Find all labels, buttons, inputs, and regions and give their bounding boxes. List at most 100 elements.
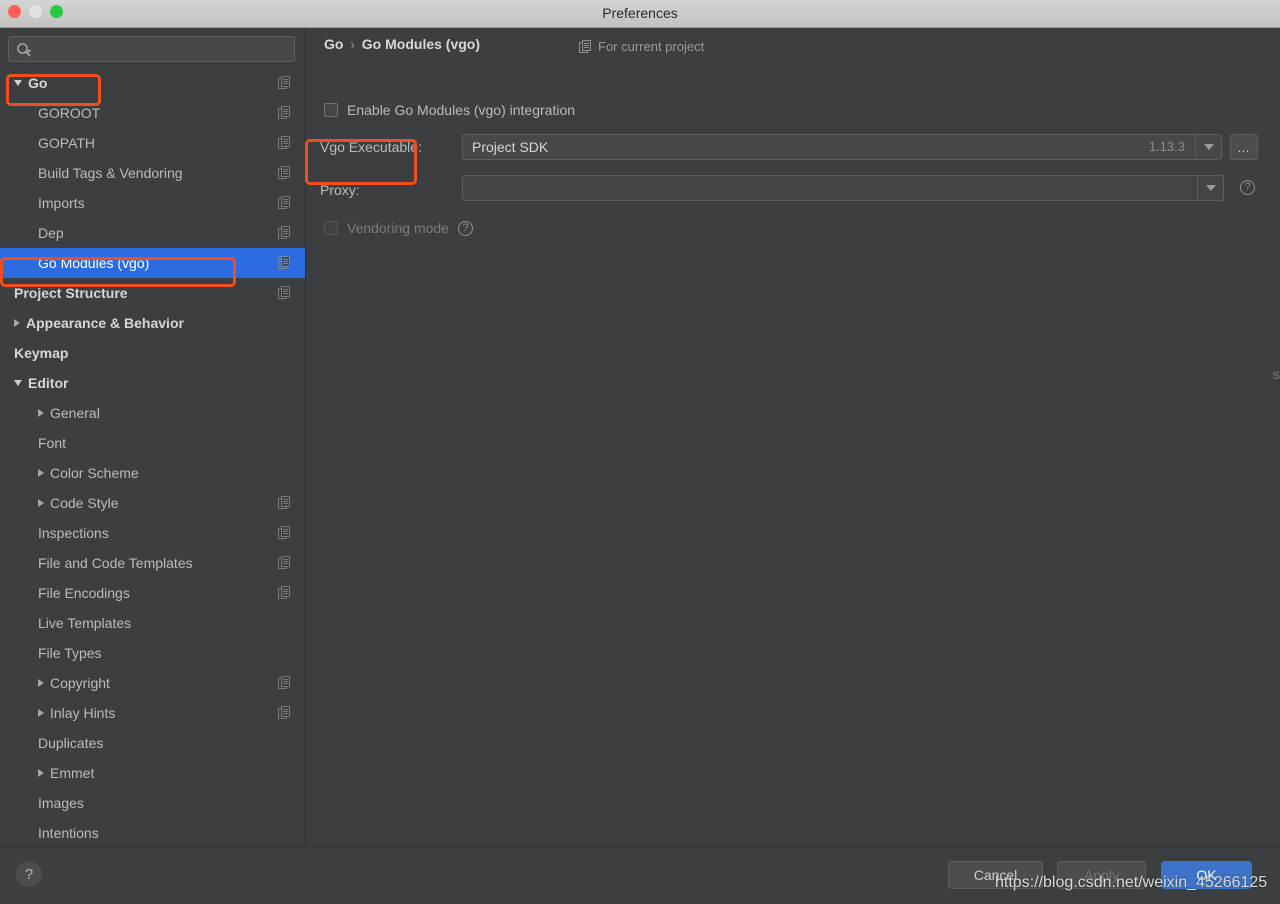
sidebar-item-file-encodings[interactable]: File Encodings: [0, 578, 305, 608]
copy-settings-icon[interactable]: [278, 256, 291, 269]
enable-go-modules-checkbox[interactable]: [324, 103, 338, 117]
proxy-help-icon[interactable]: ?: [1240, 180, 1255, 195]
copy-settings-icon[interactable]: [278, 136, 291, 149]
vgo-executable-browse-button[interactable]: …: [1230, 134, 1258, 160]
search-box[interactable]: [8, 36, 295, 62]
sidebar-item-editor[interactable]: Editor: [0, 368, 305, 398]
sidebar-item-label: File Encodings: [38, 585, 130, 601]
sidebar-item-color-scheme[interactable]: Color Scheme: [0, 458, 305, 488]
sidebar-item-label: General: [50, 405, 100, 421]
sidebar-item-label: GOPATH: [38, 135, 96, 151]
sidebar-item-emmet[interactable]: Emmet: [0, 758, 305, 788]
vendoring-mode-checkbox: [324, 221, 338, 235]
sidebar-item-label: Imports: [38, 195, 85, 211]
copy-settings-icon[interactable]: [278, 106, 291, 119]
copy-scope-icon: [579, 40, 591, 53]
sidebar-item-label: Project Structure: [14, 285, 128, 301]
copy-settings-icon[interactable]: [278, 76, 291, 89]
sidebar-item-label: Duplicates: [38, 735, 104, 751]
sidebar-item-inlay-hints[interactable]: Inlay Hints: [0, 698, 305, 728]
copy-settings-icon[interactable]: [278, 496, 291, 509]
breadcrumb-root[interactable]: Go: [324, 36, 343, 52]
copy-settings-icon[interactable]: [278, 286, 291, 299]
window-title: Preferences: [602, 5, 678, 21]
enable-go-modules-row[interactable]: Enable Go Modules (vgo) integration: [324, 102, 575, 118]
sidebar-item-goroot[interactable]: GOROOT: [0, 98, 305, 128]
sidebar-item-build-tags-vendoring[interactable]: Build Tags & Vendoring: [0, 158, 305, 188]
sidebar-item-go-modules-vgo[interactable]: Go Modules (vgo): [0, 248, 305, 278]
sidebar-item-label: Intentions: [38, 825, 99, 841]
sidebar-item-go[interactable]: Go: [0, 68, 305, 98]
copy-settings-icon[interactable]: [278, 526, 291, 539]
sidebar-item-label: Inspections: [38, 525, 109, 541]
vgo-sdk-version: 1.13.3: [1148, 139, 1185, 154]
vgo-executable-combo[interactable]: Project SDK 1.13.3: [462, 134, 1222, 160]
sidebar-item-keymap[interactable]: Keymap: [0, 338, 305, 368]
vgo-executable-label: Vgo Executable:: [320, 139, 422, 155]
watermark-text: https://blog.csdn.net/weixin_45266125: [995, 874, 1268, 891]
copy-settings-icon[interactable]: [278, 556, 291, 569]
sidebar-item-general[interactable]: General: [0, 398, 305, 428]
sidebar-item-label: Dep: [38, 225, 64, 241]
chevron-right-icon[interactable]: [38, 679, 44, 687]
sidebar-item-gopath[interactable]: GOPATH: [0, 128, 305, 158]
chevron-right-icon[interactable]: [38, 709, 44, 717]
sidebar-item-file-types[interactable]: File Types: [0, 638, 305, 668]
edge-marker: S: [1272, 370, 1280, 382]
vgo-executable-chevron-down-icon[interactable]: [1195, 135, 1221, 159]
proxy-combo[interactable]: [462, 175, 1224, 201]
for-current-project-indicator: For current project: [579, 39, 704, 54]
chevron-down-icon[interactable]: [14, 80, 22, 86]
sidebar-item-intentions[interactable]: Intentions: [0, 818, 305, 846]
chevron-right-icon[interactable]: [38, 469, 44, 477]
chevron-right-icon[interactable]: [14, 319, 20, 327]
breadcrumb-leaf: Go Modules (vgo): [361, 36, 481, 52]
copy-settings-icon[interactable]: [278, 586, 291, 599]
copy-settings-icon[interactable]: [278, 676, 291, 689]
sidebar-search-wrap: [0, 28, 305, 68]
copy-settings-icon[interactable]: [278, 706, 291, 719]
settings-tree[interactable]: Go GOROOT GOPATH Build Tags & Vendoring Impo…: [0, 68, 305, 846]
proxy-chevron-down-icon[interactable]: [1197, 176, 1223, 200]
sidebar-item-images[interactable]: Images: [0, 788, 305, 818]
sidebar-item-duplicates[interactable]: Duplicates: [0, 728, 305, 758]
sidebar-item-label: Color Scheme: [50, 465, 139, 481]
chevron-right-icon[interactable]: [38, 499, 44, 507]
sidebar-item-project-structure[interactable]: Project Structure: [0, 278, 305, 308]
breadcrumb-separator-icon: ›: [350, 36, 355, 52]
sidebar-item-dep[interactable]: Dep: [0, 218, 305, 248]
settings-detail-pane: Go › Go Modules (vgo) For current projec…: [307, 28, 1280, 846]
sidebar-item-label: Keymap: [14, 345, 69, 361]
sidebar-item-inspections[interactable]: Inspections: [0, 518, 305, 548]
sidebar-item-label: Editor: [28, 375, 69, 391]
sidebar-item-file-and-code-templates[interactable]: File and Code Templates: [0, 548, 305, 578]
sidebar-item-label: Live Templates: [38, 615, 132, 631]
proxy-label: Proxy:: [320, 182, 360, 198]
vendoring-mode-help-icon[interactable]: ?: [457, 220, 473, 236]
breadcrumb: Go › Go Modules (vgo): [324, 36, 480, 52]
sidebar-item-label: Code Style: [50, 495, 119, 511]
sidebar-item-label: Go: [28, 75, 48, 91]
settings-sidebar[interactable]: Go GOROOT GOPATH Build Tags & Vendoring Impo…: [0, 28, 306, 846]
copy-settings-icon[interactable]: [278, 166, 291, 179]
search-input[interactable]: [37, 37, 292, 61]
sidebar-item-copyright[interactable]: Copyright: [0, 668, 305, 698]
vendoring-mode-row: Vendoring mode ?: [324, 220, 473, 236]
sidebar-item-font[interactable]: Font: [0, 428, 305, 458]
sidebar-item-live-templates[interactable]: Live Templates: [0, 608, 305, 638]
sidebar-item-appearance-behavior[interactable]: Appearance & Behavior: [0, 308, 305, 338]
preferences-window: Preferences Go GOROOT GOPATH Build Tags & V…: [0, 0, 1280, 904]
vgo-executable-value: Project SDK: [472, 139, 549, 155]
sidebar-item-code-style[interactable]: Code Style: [0, 488, 305, 518]
sidebar-item-label: Font: [38, 435, 67, 451]
help-button[interactable]: ?: [16, 861, 42, 887]
sidebar-item-label: Inlay Hints: [50, 705, 116, 721]
for-current-project-label: For current project: [598, 39, 705, 54]
copy-settings-icon[interactable]: [278, 196, 291, 209]
vendoring-mode-label: Vendoring mode: [347, 220, 449, 236]
chevron-right-icon[interactable]: [38, 769, 44, 777]
sidebar-item-imports[interactable]: Imports: [0, 188, 305, 218]
copy-settings-icon[interactable]: [278, 226, 291, 239]
chevron-down-icon[interactable]: [14, 380, 22, 386]
chevron-right-icon[interactable]: [38, 409, 44, 417]
